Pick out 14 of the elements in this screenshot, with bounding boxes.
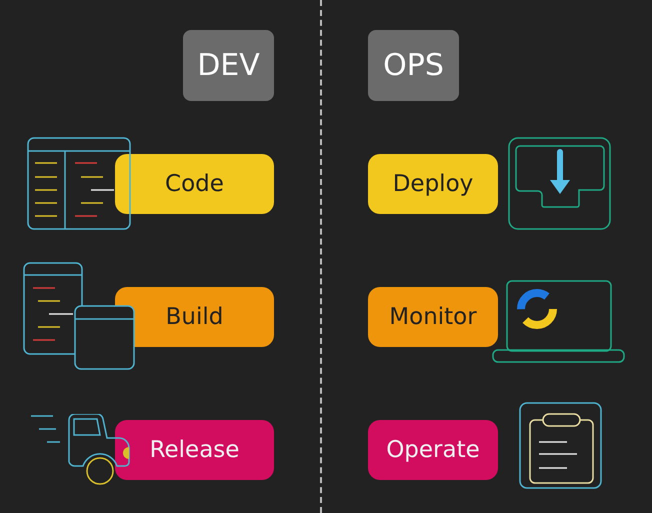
- download-screen-icon: [508, 137, 611, 230]
- stage-label: Monitor: [368, 287, 498, 347]
- clipboard-icon: [519, 402, 602, 489]
- stage-label: Code: [115, 154, 274, 214]
- stage-label: Operate: [368, 420, 498, 480]
- code-editor-icon: [27, 137, 131, 230]
- laptop-chart-icon: [492, 280, 625, 363]
- section-label: DEV: [183, 30, 274, 101]
- stage-label: Release: [115, 420, 274, 480]
- stacked-windows-icon: [23, 262, 135, 370]
- section-label: OPS: [368, 30, 459, 101]
- stage-label: Build: [115, 287, 274, 347]
- truck-icon: [31, 414, 133, 486]
- stage-label: Deploy: [368, 154, 498, 214]
